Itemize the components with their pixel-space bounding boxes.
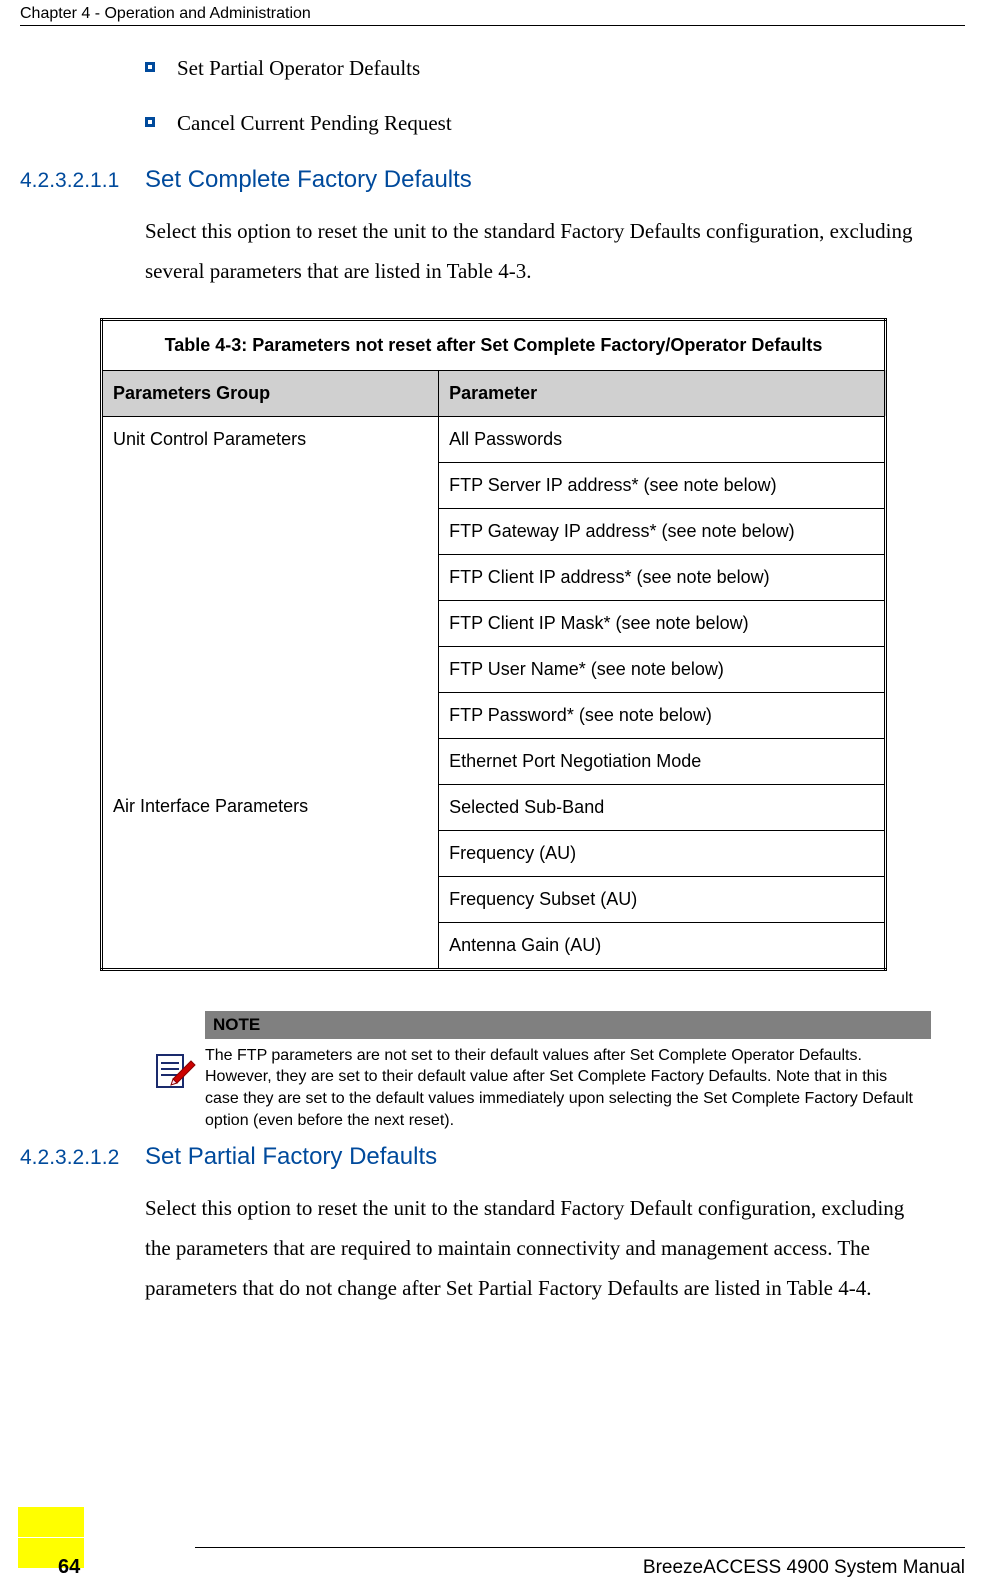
paragraph: Select this option to reset the unit to … — [145, 212, 931, 292]
section-title: Set Partial Factory Defaults — [145, 1143, 437, 1171]
body-column: Select this option to reset the unit to … — [145, 212, 931, 292]
manual-title: BreezeACCESS 4900 System Manual — [643, 1557, 965, 1579]
section-number: 4.2.3.2.1.2 — [0, 1146, 145, 1170]
table-row: Table 4-3: Parameters not reset after Se… — [102, 319, 886, 370]
note-body: The FTP parameters are not set to their … — [205, 1039, 931, 1131]
cell-param: FTP Server IP address* (see note below) — [439, 462, 886, 508]
paragraph: Select this option to reset the unit to … — [145, 1189, 931, 1309]
footer-rule — [195, 1547, 965, 1548]
note-content: NOTE The FTP parameters are not set to t… — [205, 1011, 931, 1131]
bullet-text: Set Partial Operator Defaults — [177, 56, 420, 81]
cell-group: Unit Control Parameters — [102, 416, 439, 784]
cell-param: All Passwords — [439, 416, 886, 462]
note-label: NOTE — [205, 1011, 931, 1039]
table-caption: Table 4-3: Parameters not reset after Se… — [102, 319, 886, 370]
cell-param: Selected Sub-Band — [439, 784, 886, 830]
table-4-3: Table 4-3: Parameters not reset after Se… — [100, 318, 887, 971]
cell-param: FTP Client IP address* (see note below) — [439, 554, 886, 600]
body-column: NOTE The FTP parameters are not set to t… — [145, 1011, 931, 1131]
section-heading: 4.2.3.2.1.2 Set Partial Factory Defaults — [0, 1143, 985, 1171]
footer-line: 64 BreezeACCESS 4900 System Manual — [0, 1556, 965, 1579]
running-header: Chapter 4 - Operation and Administration — [0, 0, 985, 23]
bullet-item: Set Partial Operator Defaults — [145, 56, 931, 81]
bullet-text: Cancel Current Pending Request — [177, 111, 452, 136]
note-icon-cell — [145, 1011, 205, 1131]
cell-param: FTP Password* (see note below) — [439, 692, 886, 738]
table-row: Unit Control Parameters All Passwords — [102, 416, 886, 462]
page-footer: 64 BreezeACCESS 4900 System Manual — [0, 1539, 965, 1579]
col-header-group: Parameters Group — [102, 370, 439, 416]
cell-param: Frequency (AU) — [439, 830, 886, 876]
cell-group: Air Interface Parameters — [102, 784, 439, 969]
page-number: 64 — [0, 1556, 80, 1579]
note-callout: NOTE The FTP parameters are not set to t… — [145, 1011, 931, 1131]
table-row: Parameters Group Parameter — [102, 370, 886, 416]
cell-param: Ethernet Port Negotiation Mode — [439, 738, 886, 784]
section-number: 4.2.3.2.1.1 — [0, 169, 145, 193]
square-bullet-icon — [145, 62, 155, 72]
parameters-table: Table 4-3: Parameters not reset after Se… — [100, 318, 887, 971]
table-row: Air Interface Parameters Selected Sub-Ba… — [102, 784, 886, 830]
col-header-parameter: Parameter — [439, 370, 886, 416]
document-page: Chapter 4 - Operation and Administration… — [0, 0, 985, 1593]
section-title: Set Complete Factory Defaults — [145, 166, 472, 194]
cell-param: FTP Client IP Mask* (see note below) — [439, 600, 886, 646]
section-heading: 4.2.3.2.1.1 Set Complete Factory Default… — [0, 166, 985, 194]
square-bullet-icon — [145, 117, 155, 127]
highlight-bar — [18, 1507, 84, 1537]
cell-param: Frequency Subset (AU) — [439, 876, 886, 922]
header-rule — [20, 25, 965, 26]
body-column: Select this option to reset the unit to … — [145, 1189, 931, 1309]
bullet-item: Cancel Current Pending Request — [145, 111, 931, 136]
pencil-note-icon — [153, 1049, 197, 1093]
cell-param: Antenna Gain (AU) — [439, 922, 886, 969]
cell-param: FTP User Name* (see note below) — [439, 646, 886, 692]
body-column: Set Partial Operator Defaults Cancel Cur… — [145, 56, 931, 136]
cell-param: FTP Gateway IP address* (see note below) — [439, 508, 886, 554]
